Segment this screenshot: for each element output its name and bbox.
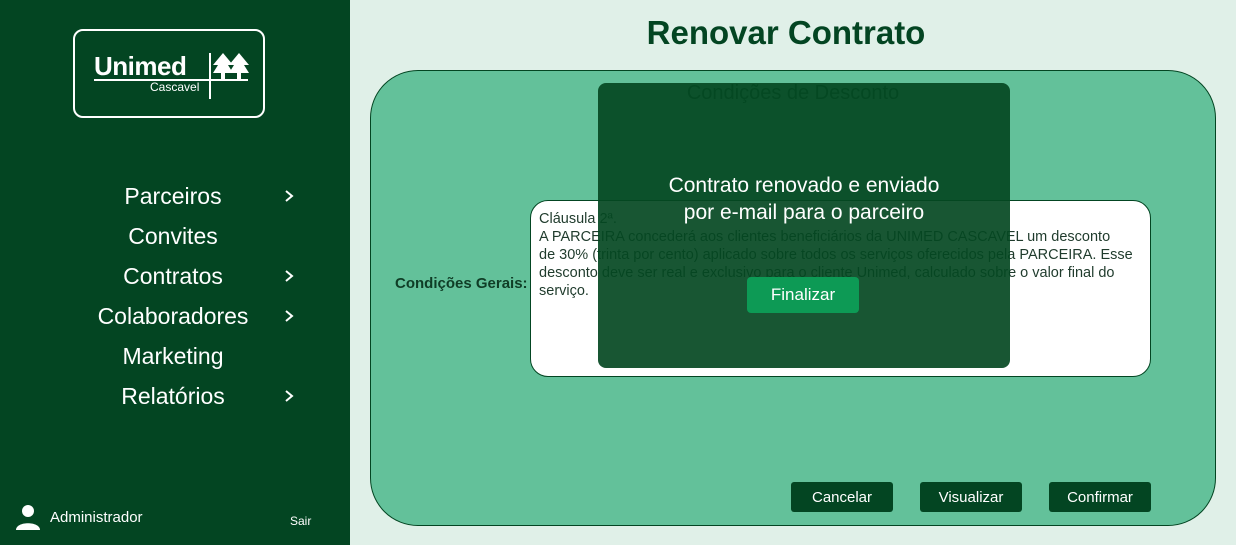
logo-divider — [209, 53, 211, 99]
chevron-right-icon — [285, 190, 294, 202]
confirm-button[interactable]: Confirmar — [1049, 482, 1151, 512]
sidebar-item-relatorios[interactable]: Relatórios — [0, 376, 350, 416]
sidebar-item-label: Marketing — [122, 342, 224, 369]
sidebar-item-label: Parceiros — [124, 182, 222, 209]
sidebar: Unimed Cascavel Parceiros Convites Contr… — [0, 0, 350, 545]
modal-message: Contrato renovado e enviado por e-mail p… — [598, 172, 1010, 226]
logo-wordmark: Unimed — [94, 51, 187, 81]
sidebar-item-label: Contratos — [123, 262, 223, 289]
modal-message-line: Contrato renovado e enviado — [668, 174, 940, 197]
user-name: Administrador — [50, 509, 143, 526]
user-profile: Administrador Sair — [16, 504, 336, 532]
sidebar-item-label: Colaboradores — [97, 302, 249, 329]
user-icon — [16, 505, 40, 530]
chevron-right-icon — [285, 310, 294, 322]
sidebar-item-label: Convites — [128, 222, 218, 249]
logo-city: Cascavel — [150, 80, 200, 94]
sidebar-nav: Parceiros Convites Contratos Colaborador… — [0, 176, 350, 416]
unimed-logo: Unimed Cascavel — [73, 29, 265, 118]
chevron-right-icon — [285, 270, 294, 282]
general-conditions-label: Condições Gerais: — [395, 275, 528, 292]
finish-button[interactable]: Finalizar — [747, 277, 859, 313]
modal-message-line: por e-mail para o parceiro — [683, 201, 925, 224]
sidebar-item-marketing[interactable]: Marketing — [0, 336, 350, 376]
success-modal: Contrato renovado e enviado por e-mail p… — [598, 83, 1010, 368]
sidebar-item-contratos[interactable]: Contratos — [0, 256, 350, 296]
sidebar-item-convites[interactable]: Convites — [0, 216, 350, 256]
pine-tree-icon — [213, 53, 249, 79]
sidebar-item-parceiros[interactable]: Parceiros — [0, 176, 350, 216]
cancel-button[interactable]: Cancelar — [791, 482, 893, 512]
page-title-text: Renovar Contrato — [646, 14, 926, 51]
sidebar-item-label: Relatórios — [121, 382, 225, 409]
page-title: Renovar Contrato — [350, 14, 1236, 52]
sidebar-item-colaboradores[interactable]: Colaboradores — [0, 296, 350, 336]
chevron-right-icon — [285, 390, 294, 402]
logout-link[interactable]: Sair — [290, 514, 311, 528]
view-button[interactable]: Visualizar — [920, 482, 1022, 512]
